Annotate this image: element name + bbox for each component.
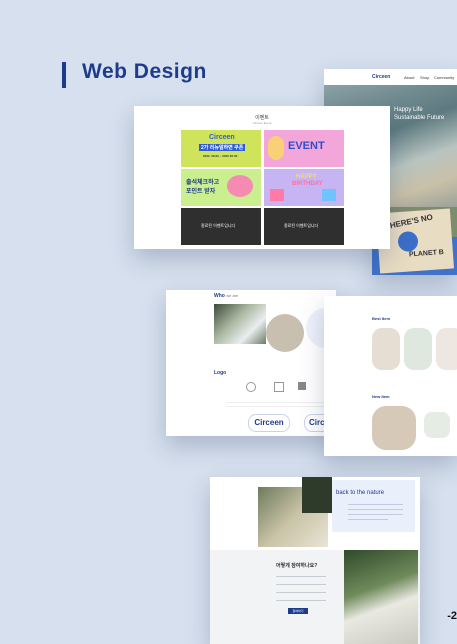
event-tile-birthday[interactable]: HAPPY BIRTHDAY (264, 169, 344, 206)
logo-heading: Logo (214, 370, 227, 376)
step-line (276, 584, 326, 585)
poster-line-1: THERE'S NO (384, 212, 434, 232)
text-line (348, 514, 403, 515)
hand-bowl-photo (266, 314, 304, 352)
forest-photo (344, 550, 418, 644)
character-illustration (268, 136, 284, 160)
tile-line: BIRTHDAY (292, 181, 323, 187)
desc-line (226, 406, 326, 407)
gift-box-icon (322, 189, 336, 201)
flower-photo (214, 304, 266, 344)
text-line (348, 504, 403, 505)
desc-line (226, 402, 326, 403)
earth-icon (397, 230, 419, 253)
event-tile-event[interactable]: EVENT (264, 130, 344, 167)
event-tile-circeen[interactable]: Circeen 2가 리뉴얼하면 쿠폰 2022. 08.00 ~ 0000.0… (181, 130, 261, 167)
new-label: New Item (372, 394, 390, 399)
event-tile-ended-2[interactable]: 종료된 이벤트입니다 (264, 208, 344, 245)
participate-section: 어떻게 참여하나요? 참여하기 (210, 550, 420, 644)
gift-box-icon (270, 189, 284, 201)
hero-nav: Circeen About Shop Community (324, 69, 457, 85)
hero-nav-about[interactable]: About (404, 75, 414, 80)
text-line (348, 519, 388, 520)
tile-line: 2가 리뉴얼하면 쿠폰 (199, 144, 246, 151)
best-product-3[interactable] (436, 328, 457, 370)
event-title: 이벤트 (255, 115, 269, 121)
tile-title: Circeen (209, 134, 235, 141)
best-label: Best Item (372, 316, 391, 321)
logo-step-2-icon (274, 382, 284, 392)
who-logo-mockup: Who we are Logo Circeen Circeen (166, 290, 336, 436)
logo-step-3-icon (298, 382, 306, 390)
tile-title: HAPPY (296, 174, 317, 180)
step-line (276, 592, 326, 593)
hero-text-2: Sustainable Future (394, 115, 445, 121)
participate-button[interactable]: 참여하기 (288, 608, 308, 614)
text-line (348, 509, 403, 510)
who-heading: Who we are (214, 293, 239, 299)
logo-step-1-icon (246, 382, 256, 392)
best-new-mockup: Best Item New Item (324, 296, 457, 456)
page-number: -2 (447, 610, 457, 622)
event-tile-attendance[interactable]: 출석체크하고 포인트 받자 (181, 169, 261, 206)
event-board-mockup: 이벤트 Circeen Event Circeen 2가 리뉴얼하면 쿠폰 20… (134, 106, 390, 249)
new-product-2[interactable] (424, 412, 450, 438)
tile-title: 종료된 이벤트입니다 (284, 223, 319, 228)
nature-text-panel: back to the nature (332, 480, 415, 532)
event-tile-ended-1[interactable]: 종료된 이벤트입니다 (181, 208, 261, 245)
step-line (276, 600, 326, 601)
step-line (276, 576, 326, 577)
hero-nav-shop[interactable]: Shop (420, 75, 429, 80)
logo-badge: Circeen (248, 414, 290, 432)
hero-text-1: Happy Life (394, 107, 423, 113)
piggy-bank-icon (227, 175, 253, 197)
tile-title: 종료된 이벤트입니다 (201, 223, 236, 228)
tile-line: 2022. 08.00 ~ 0000.00.00 (203, 154, 238, 158)
best-product-2[interactable] (404, 328, 432, 370)
event-subtitle: Circeen Event (252, 121, 272, 125)
section-title: Web Design (82, 60, 207, 83)
tile-title: 출석체크하고 (186, 180, 220, 186)
nature-mockup: back to the nature 어떻게 참여하나요? 참여하기 (210, 477, 420, 644)
hero-nav-community[interactable]: Community (434, 75, 454, 80)
picnic-photo-top (302, 477, 332, 513)
nature-heading: back to the nature (336, 490, 385, 496)
hero-logo[interactable]: Circeen (372, 74, 390, 80)
poster-line-2: PLANET B (408, 249, 445, 259)
title-accent-bar (62, 62, 66, 88)
best-product-1[interactable] (372, 328, 400, 370)
new-product-1[interactable] (372, 406, 416, 450)
tile-line: 포인트 받자 (186, 189, 216, 195)
participate-question: 어떻게 참여하나요? (276, 563, 318, 569)
tile-title: EVENT (288, 140, 325, 152)
